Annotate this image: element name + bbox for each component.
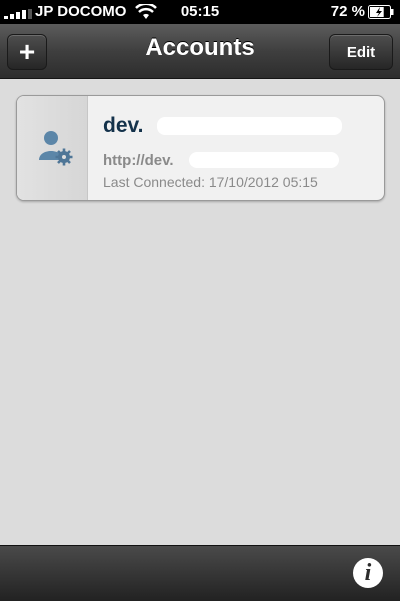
account-url: http://dev. bbox=[103, 152, 174, 169]
info-icon[interactable]: i bbox=[353, 558, 383, 588]
battery-charging-icon bbox=[368, 5, 394, 19]
signal-bars-icon bbox=[4, 9, 32, 19]
wifi-icon bbox=[135, 4, 157, 19]
account-icon-column bbox=[17, 96, 88, 200]
redaction-mask bbox=[157, 117, 342, 135]
user-settings-icon bbox=[39, 131, 73, 166]
accounts-list: dev.. http://dev. Last Connected: 17/10/… bbox=[0, 79, 400, 545]
account-row[interactable]: dev.. http://dev. Last Connected: 17/10/… bbox=[16, 95, 385, 201]
battery-percent: 72 % bbox=[330, 3, 365, 20]
status-bar: JP DOCOMO 05:15 72 % bbox=[0, 0, 400, 24]
bottom-toolbar: i bbox=[0, 545, 400, 601]
redaction-mask bbox=[189, 152, 339, 168]
nav-bar: + Accounts Edit bbox=[0, 24, 400, 79]
carrier-name: JP DOCOMO bbox=[35, 3, 127, 20]
last-connected: Last Connected: 17/10/2012 05:15 bbox=[103, 174, 318, 190]
edit-button[interactable]: Edit bbox=[329, 34, 393, 70]
account-name-text: dev. bbox=[103, 114, 144, 137]
